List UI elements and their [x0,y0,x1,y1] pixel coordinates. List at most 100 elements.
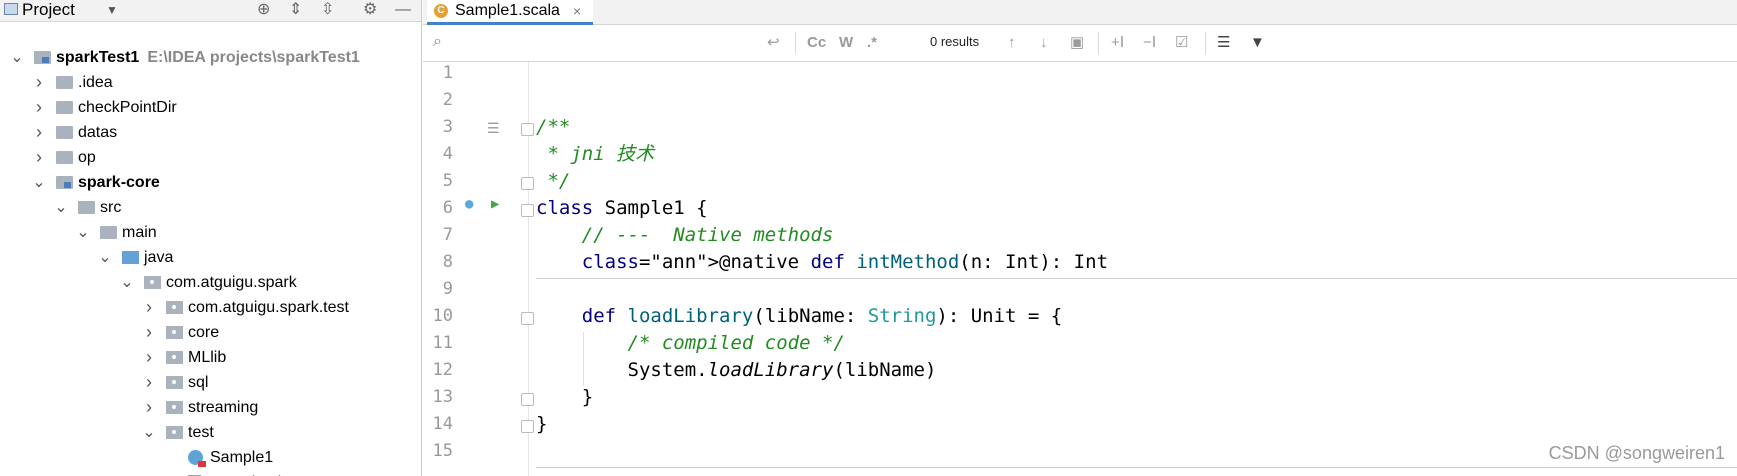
code-line[interactable]: class Sample1 { [536,195,708,222]
project-title[interactable]: Project [22,0,75,20]
chevron-down-icon[interactable]: ⌄ [32,170,46,195]
previous-occurrence-icon[interactable]: ↑ [1008,33,1016,53]
tree-item[interactable]: › com.atguigu.spark.test [0,295,421,320]
code-line[interactable]: /** [536,114,570,141]
tree-item-label: test [188,424,214,441]
chevron-down-icon[interactable]: ▼ [106,0,118,20]
project-path: E:\IDEA projects\sparkTest1 [147,49,360,66]
code-line[interactable]: } [536,411,547,438]
line-number: 9 [442,279,453,299]
fold-marker-icon[interactable] [521,312,534,325]
code-line[interactable]: */ [536,168,570,195]
regex-button[interactable]: .* [867,33,877,53]
tree-item[interactable]: › sql [0,370,421,395]
code-line[interactable]: class="ann">@native def intMethod(n: Int… [536,249,1108,276]
tree-item[interactable]: › streaming [0,395,421,420]
fold-marker-icon[interactable] [521,123,534,136]
line-number: 5 [442,171,453,191]
module-folder-icon [56,176,73,189]
chevron-right-icon[interactable]: › [32,120,46,145]
folder-icon [56,76,73,89]
code-editor[interactable]: ☰ ● ▶ 1 2 3 4 5 6 7 8 9 10 11 12 13 14 15 /** * jni 技术… [423,62,1737,476]
results-count: 0 results [930,34,980,49]
remove-selection-icon[interactable]: −Ⅰ [1143,33,1156,53]
fold-marker-icon[interactable] [521,420,534,433]
tree-item[interactable]: ⌄ main [0,220,421,245]
code-line[interactable]: def loadLibrary(libName: String): Unit =… [536,303,1063,330]
project-view-icon [4,3,18,15]
gear-icon[interactable]: ⚙ [363,0,377,20]
code-line[interactable]: System.loadLibrary(libName) [536,357,937,384]
tree-item-label: sparkTest1 E:\IDEA projects\sparkTest1 [56,49,360,66]
package-icon [144,276,161,289]
words-button[interactable]: W [839,33,853,53]
chevron-down-icon[interactable]: ⌄ [120,270,134,295]
new-line-icon[interactable]: ↩ [767,33,780,53]
separator [795,32,796,54]
chevron-right-icon[interactable]: › [32,95,46,120]
watermark: CSDN @songweiren1 [1548,443,1725,463]
search-icon[interactable]: ⌕ [433,33,442,51]
chevron-down-icon[interactable]: ⌄ [76,220,90,245]
fold-marker-icon[interactable] [521,204,534,217]
chevron-down-icon[interactable]: ⌄ [98,245,112,270]
implemented-icon[interactable]: ● [465,191,473,218]
tree-item[interactable]: › core [0,320,421,345]
add-selection-icon[interactable]: +Ⅰ [1111,33,1124,53]
chevron-down-icon[interactable]: ⌄ [10,45,24,70]
filter-icon[interactable]: ▼ [1250,33,1265,53]
package-icon [166,376,183,389]
code-line[interactable]: * jni 技术 [536,141,654,168]
scala-class-icon [188,450,206,467]
select-all-icon[interactable]: ☑ [1175,33,1188,53]
project-toolbar: Project ▼ ⊕ ⇕ ⇳ ⚙ — [0,0,421,22]
match-case-button[interactable]: Cc [807,33,826,53]
tree-item[interactable]: ⌄ java [0,245,421,270]
tab-sample1-scala[interactable]: C Sample1.scala × [427,0,593,25]
next-occurrence-icon[interactable]: ↓ [1040,33,1048,53]
collapse-all-icon[interactable]: ⇳ [321,0,334,20]
tree-item[interactable]: ⌄ sparkTest1 E:\IDEA projects\sparkTest1 [0,45,421,70]
chevron-right-icon[interactable]: › [142,370,156,395]
chevron-right-icon[interactable]: › [32,145,46,170]
tree-item[interactable]: ⌄ spark-core [0,170,421,195]
chevron-right-icon[interactable]: › [142,295,156,320]
fold-marker-icon[interactable] [521,393,534,406]
tree-item[interactable]: › checkPointDir [0,95,421,120]
search-input[interactable] [457,31,737,55]
tree-item[interactable]: › MLlib [0,345,421,370]
tree-item[interactable]: Sample1.h [0,470,421,476]
folder-icon [56,126,73,139]
chevron-down-icon[interactable]: ⌄ [142,420,156,445]
tree-item-label: com.atguigu.spark.test [188,299,349,316]
chevron-right-icon[interactable]: › [32,70,46,95]
tree-item[interactable]: › op [0,145,421,170]
module-folder-icon [34,51,51,64]
chevron-right-icon[interactable]: › [142,320,156,345]
expand-all-icon[interactable]: ⇕ [289,0,302,20]
run-icon[interactable]: ▶ [491,191,499,218]
tree-item[interactable]: ⌄ test [0,420,421,445]
filter-search-results-icon[interactable]: ☰ [1217,33,1230,53]
doc-render-icon[interactable]: ☰ [487,116,500,143]
fold-marker-icon[interactable] [521,177,534,190]
chevron-right-icon[interactable]: › [142,395,156,420]
chevron-right-icon[interactable]: › [142,345,156,370]
tree-item[interactable]: ⌄ com.atguigu.spark [0,270,421,295]
code-line[interactable]: } [536,384,593,411]
chevron-down-icon[interactable]: ⌄ [54,195,68,220]
tree-item[interactable]: ⌄ src [0,195,421,220]
code-line[interactable]: // --- Native methods [536,222,834,249]
minimize-icon[interactable]: — [395,0,411,20]
line-number: 4 [442,144,453,164]
locate-icon[interactable]: ⊕ [257,0,270,20]
package-icon [166,401,183,414]
package-icon [166,301,183,314]
close-icon[interactable]: × [573,0,581,22]
select-all-occurrences-icon[interactable]: ▣ [1070,33,1084,53]
tree-item[interactable]: › datas [0,120,421,145]
line-number: 7 [442,225,453,245]
tree-item-label: core [188,324,220,341]
tree-item[interactable]: Sample1 [0,445,421,470]
tree-item[interactable]: › .idea [0,70,421,95]
